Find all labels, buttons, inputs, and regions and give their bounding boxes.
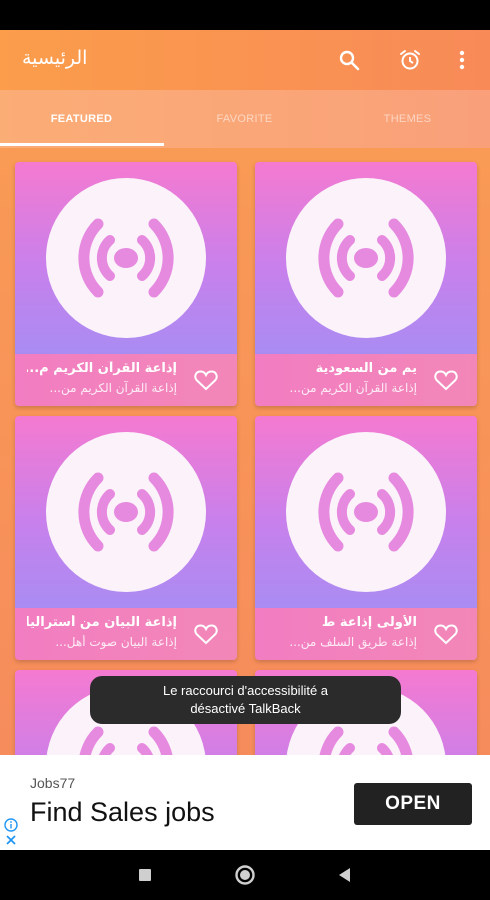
- station-info: الأولى إذاعة ط إذاعة طريق السلف من...: [255, 608, 477, 660]
- ad-info-icon[interactable]: [4, 817, 18, 832]
- station-card[interactable]: إذاعة القرآن الكريم م... إذاعة القرآن ال…: [15, 162, 237, 406]
- search-icon[interactable]: [337, 48, 361, 72]
- heart-icon[interactable]: [433, 622, 459, 646]
- heart-icon[interactable]: [193, 368, 219, 392]
- home-icon[interactable]: [234, 864, 256, 886]
- station-subtitle: إذاعة طريق السلف من...: [289, 635, 417, 649]
- station-artwork: [255, 162, 477, 354]
- tab-indicator: [0, 143, 164, 146]
- station-card[interactable]: إذاعة البيان من أستراليا إذاعة البيان صو…: [15, 416, 237, 660]
- station-title: الأولى إذاعة ط: [321, 615, 417, 630]
- station-title: إذاعة القرآن الكريم م...: [27, 361, 177, 376]
- heart-icon[interactable]: [433, 368, 459, 392]
- station-title: إذاعة البيان من أستراليا: [27, 615, 177, 630]
- status-bar: [0, 0, 490, 30]
- radio-broadcast-icon: [46, 432, 206, 592]
- page-title: الرئيسية: [22, 47, 88, 69]
- station-title: يم من السعودية: [315, 361, 417, 376]
- heart-icon[interactable]: [193, 622, 219, 646]
- tab-themes[interactable]: THEMES: [326, 90, 489, 148]
- station-subtitle: إذاعة القرآن الكريم من...: [289, 381, 417, 395]
- station-info: يم من السعودية إذاعة القرآن الكريم من...: [255, 354, 477, 406]
- system-nav-bar: [0, 850, 490, 900]
- station-info: إذاعة البيان من أستراليا إذاعة البيان صو…: [15, 608, 237, 660]
- station-artwork: [255, 416, 477, 608]
- back-icon[interactable]: [334, 864, 356, 886]
- ad-brand: Jobs77: [30, 775, 76, 791]
- station-info: إذاعة القرآن الكريم م... إذاعة القرآن ال…: [15, 354, 237, 406]
- station-card[interactable]: الأولى إذاعة ط إذاعة طريق السلف من...: [255, 416, 477, 660]
- ad-banner[interactable]: Jobs77 Find Sales jobs OPEN: [0, 755, 490, 850]
- accessibility-toast: Le raccourci d'accessibilité a désactivé…: [90, 676, 401, 724]
- radio-broadcast-icon: [46, 178, 206, 338]
- radio-broadcast-icon: [286, 178, 446, 338]
- tab-bar: FEATURED FAVORITE THEMES: [0, 90, 490, 148]
- tab-favorite[interactable]: FAVORITE: [163, 90, 326, 148]
- more-vert-icon[interactable]: [450, 48, 474, 72]
- station-grid: إذاعة القرآن الكريم م... إذاعة القرآن ال…: [0, 148, 490, 755]
- alarm-icon[interactable]: [398, 48, 422, 72]
- ad-headline[interactable]: Find Sales jobs: [30, 797, 215, 828]
- radio-broadcast-icon: [286, 432, 446, 592]
- toast-line-1: Le raccourci d'accessibilité a: [162, 683, 329, 698]
- ad-open-button[interactable]: OPEN: [354, 783, 472, 825]
- station-artwork: [15, 416, 237, 608]
- recents-icon[interactable]: [134, 864, 156, 886]
- app-bar: الرئيسية: [0, 30, 490, 90]
- station-artwork: [15, 162, 237, 354]
- station-subtitle: إذاعة البيان صوت أهل...: [55, 635, 177, 649]
- toast-line-2: désactivé TalkBack: [190, 701, 301, 716]
- station-subtitle: إذاعة القرآن الكريم من...: [49, 381, 177, 395]
- tab-featured[interactable]: FEATURED: [0, 90, 163, 148]
- station-card[interactable]: يم من السعودية إذاعة القرآن الكريم من...: [255, 162, 477, 406]
- ad-close-icon[interactable]: [4, 833, 18, 847]
